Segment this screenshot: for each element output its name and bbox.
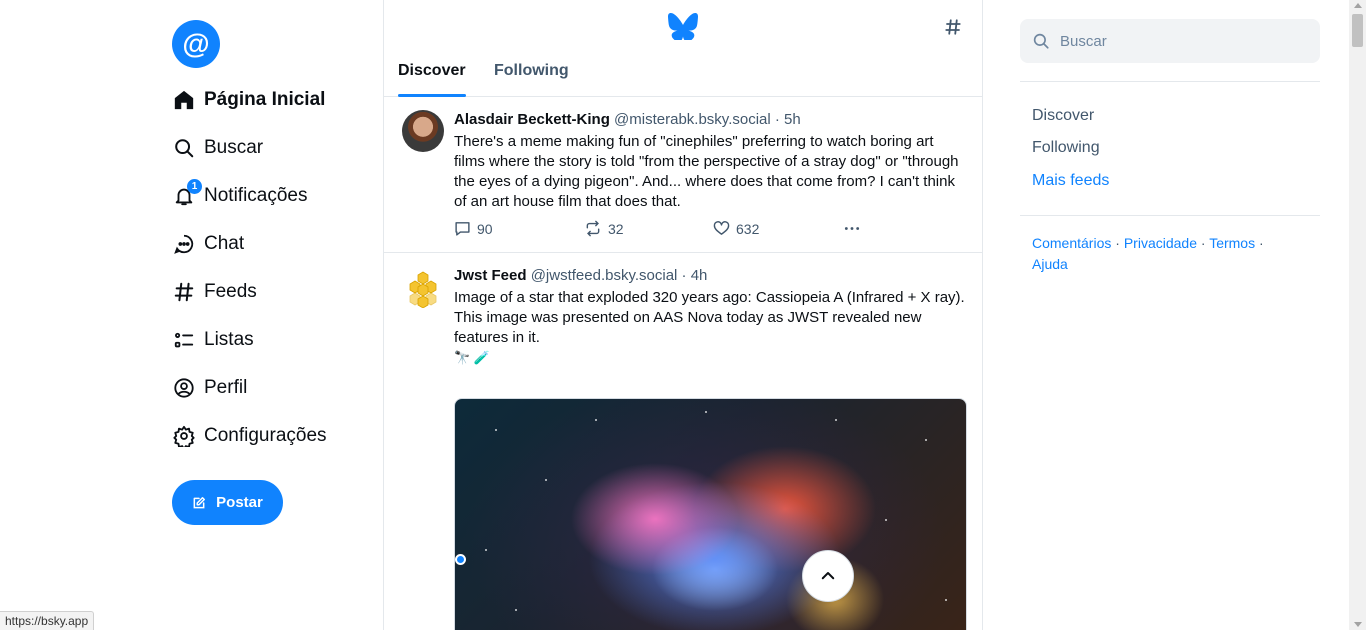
chat-icon (172, 232, 196, 256)
divider (1020, 215, 1320, 216)
compose-post-button[interactable]: Postar (172, 480, 283, 525)
search-icon (172, 136, 196, 160)
feedback-link[interactable]: Comentários (1032, 235, 1111, 251)
list-icon (172, 328, 196, 352)
author-avatar[interactable] (402, 110, 444, 152)
more-feeds-link[interactable]: Mais feeds (1032, 172, 1109, 190)
like-button[interactable]: 632 (713, 220, 759, 237)
gear-icon (172, 424, 196, 448)
repost-icon (586, 220, 600, 237)
hash-icon (172, 280, 196, 304)
nav-item-feeds[interactable]: Feeds (172, 276, 257, 308)
nav-label: Chat (204, 233, 245, 254)
right-feed-discover[interactable]: Discover (1032, 107, 1094, 125)
tab-following[interactable]: Following (494, 62, 569, 80)
nav-label: Perfil (204, 377, 248, 398)
nav-label: Buscar (204, 137, 264, 158)
divider (1020, 81, 1320, 82)
terms-link[interactable]: Termos (1209, 235, 1255, 251)
post-emoji: 🔭 🧪 (454, 350, 490, 365)
feed-tabs: Discover Following (384, 58, 982, 97)
browser-status-url: https://bsky.app (0, 611, 95, 630)
author-handle[interactable]: @jwstfeed.bsky.social (531, 267, 678, 284)
post-actions: 90 32 632 (454, 220, 874, 240)
user-circle-icon (172, 376, 196, 400)
scrollbar-thumb[interactable] (1352, 14, 1363, 47)
nav-item-chat[interactable]: Chat (172, 228, 244, 260)
post-text: There's a meme making fun of "cinephiles… (454, 133, 959, 210)
right-feed-following[interactable]: Following (1032, 139, 1100, 157)
reply-count: 90 (477, 220, 493, 237)
bell-icon: 1 (172, 179, 202, 208)
footer-links: Comentários · Privacidade · Termos · Aju… (1032, 235, 1264, 272)
privacy-link[interactable]: Privacidade (1124, 235, 1197, 251)
nav-label: Página Inicial (204, 89, 326, 110)
post-meta: Jwst Feed @jwstfeed.bsky.social · 4h (454, 267, 707, 284)
compose-icon (193, 496, 206, 508)
compose-post-label: Postar (216, 494, 263, 511)
nav-item-settings[interactable]: Configurações (172, 420, 327, 452)
nav-label: Notificações (204, 185, 308, 206)
feed-post[interactable]: Alasdair Beckett-King @misterabk.bsky.so… (384, 97, 982, 253)
feeds-hash-icon[interactable] (944, 16, 962, 42)
like-count: 632 (736, 220, 760, 237)
chevron-up-icon (821, 572, 835, 580)
nav-item-notifications[interactable]: 1 Notificações (172, 179, 308, 212)
post-text-line: Image of a star that exploded 320 years … (454, 289, 965, 306)
author-avatar[interactable] (402, 266, 444, 308)
author-name[interactable]: Alasdair Beckett-King (454, 111, 610, 128)
tab-discover[interactable]: Discover (398, 62, 466, 80)
heart-icon (713, 221, 730, 235)
search-input[interactable] (1060, 32, 1300, 50)
home-icon (172, 88, 196, 112)
author-name[interactable]: Jwst Feed (454, 267, 527, 284)
search-box[interactable] (1020, 19, 1320, 63)
post-time[interactable]: · 5h (775, 111, 801, 128)
left-navigation: @ Página Inicial Buscar 1 Notificações C… (172, 20, 372, 525)
nav-label: Feeds (204, 281, 257, 302)
post-image-cassiopeia[interactable] (454, 398, 967, 630)
post-time[interactable]: · 4h (682, 267, 708, 284)
nav-item-lists[interactable]: Listas (172, 324, 254, 356)
nav-item-search[interactable]: Buscar (172, 132, 263, 164)
scroll-down-arrow[interactable] (1354, 622, 1362, 627)
nav-item-profile[interactable]: Perfil (172, 372, 247, 404)
repost-button[interactable]: 32 (584, 220, 624, 237)
reply-icon (455, 222, 470, 236)
reply-button[interactable]: 90 (454, 220, 493, 237)
page-scrollbar[interactable] (1349, 0, 1366, 630)
more-options-button[interactable] (843, 220, 867, 237)
post-meta: Alasdair Beckett-King @misterabk.bsky.so… (454, 111, 801, 128)
new-posts-indicator (455, 554, 466, 565)
nav-item-home[interactable]: Página Inicial (172, 84, 325, 116)
post-text: Image of a star that exploded 320 years … (454, 288, 966, 368)
post-text-line: This image was presented on AAS Nova tod… (454, 309, 922, 346)
notification-badge: 1 (187, 179, 202, 194)
search-icon (1033, 33, 1049, 49)
bluesky-butterfly-icon[interactable] (668, 12, 698, 45)
main-feed: Discover Following Alasdair Beckett-King… (383, 0, 983, 630)
nav-label: Listas (204, 329, 254, 350)
account-avatar[interactable]: @ (172, 20, 220, 68)
help-link[interactable]: Ajuda (1032, 256, 1068, 272)
more-icon (844, 227, 860, 230)
scroll-to-top-button[interactable] (802, 550, 854, 602)
author-handle[interactable]: @misterabk.bsky.social (614, 111, 771, 128)
nav-label: Configurações (204, 425, 327, 446)
scroll-up-arrow[interactable] (1354, 3, 1362, 8)
repost-count: 32 (608, 220, 624, 237)
